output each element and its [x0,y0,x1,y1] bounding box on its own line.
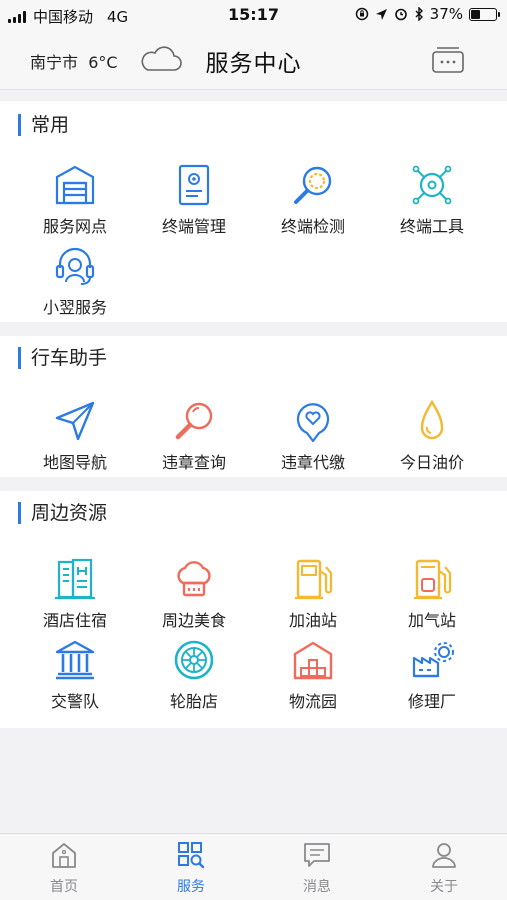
battery-icon [469,7,500,21]
grid-label: 轮胎店 [169,692,218,711]
section-common: 常用 服务网点 终端管理 终端检测 终端工具 小翌服务 [0,101,507,322]
service-grid-icon [178,842,205,869]
grid-label: 违章代缴 [280,453,345,472]
grid-label: 小翌服务 [42,298,107,317]
grid-label: 今日油价 [399,453,464,472]
tab-label: 关于 [430,879,458,895]
grid-label: 交警队 [50,692,99,711]
tab-messages[interactable]: 消息 [267,840,367,896]
tab-label: 消息 [303,879,331,895]
grid-item-violation-query[interactable]: 违章查询 [134,399,254,473]
section-driving-assistant: 行车助手 地图导航 违章查询 违章代缴 今日油价 [0,336,507,477]
home-icon [52,843,76,868]
grid-item-repair-factory[interactable]: 修理厂 [372,638,492,712]
location-arrow-icon [375,8,387,20]
grid-label: 酒店住宿 [42,611,107,630]
pay-heart-icon [296,403,330,443]
grid-item-oil-price[interactable]: 今日油价 [372,399,492,473]
section-nearby-resources: 周边资源 酒店住宿 周边美食 加油站 加气站 交警队 轮胎店 物流园 修理厂 [0,491,507,728]
battery-percent: 37% [429,5,463,23]
tab-label: 服务 [177,879,205,895]
grid-item-traffic-police[interactable]: 交警队 [15,638,135,712]
tab-service[interactable]: 服务 [141,840,241,896]
grid-item-tire-shop[interactable]: 轮胎店 [134,638,254,712]
user-icon [432,843,456,868]
grid-label: 修理厂 [407,692,456,711]
grid-label: 终端工具 [399,217,464,236]
service-outlet-icon [55,165,95,205]
grid-item-nearby-food[interactable]: 周边美食 [134,557,254,631]
grid-label: 物流园 [288,692,337,711]
grid-label: 终端管理 [161,217,226,236]
grid-item-hotel[interactable]: 酒店住宿 [15,557,135,631]
grid-item-logistics-park[interactable]: 物流园 [253,638,373,712]
grid-item-gas-station[interactable]: 加油站 [253,557,373,631]
grid-label: 地图导航 [42,453,107,472]
tab-about[interactable]: 关于 [394,840,494,896]
grid-label: 周边美食 [161,611,226,630]
grid-label: 服务网点 [42,217,107,236]
grid-item-terminal-tools[interactable]: 终端工具 [372,163,492,237]
factory-icon [412,642,454,678]
logistics-icon [293,641,333,680]
police-building-icon [55,640,95,680]
grid-label: 违章查询 [161,453,226,472]
cards-icon[interactable] [430,44,466,74]
section-title: 行车助手 [18,347,107,369]
tab-label: 首页 [50,879,78,895]
message-icon [304,843,330,867]
grid-item-violation-pay[interactable]: 违章代缴 [253,399,373,473]
grid-item-terminal-manage[interactable]: 终端管理 [134,163,254,237]
grid-item-map-navigation[interactable]: 地图导航 [15,399,135,473]
gas-station-icon [295,559,333,600]
grid-item-terminal-detect[interactable]: 终端检测 [253,163,373,237]
grid-item-service-outlet[interactable]: 服务网点 [15,163,135,237]
status-right: 37% [355,5,500,23]
terminal-detect-icon [294,166,332,204]
grid-item-gas-refill[interactable]: 加气站 [372,557,492,631]
grid-label: 加气站 [407,611,456,630]
gas-refill-icon [414,559,452,600]
section-title: 周边资源 [18,502,107,524]
tab-home[interactable]: 首页 [14,840,114,896]
bluetooth-icon [415,7,423,21]
search-icon [175,402,213,440]
grid-label: 终端检测 [280,217,345,236]
headset-icon [55,247,95,285]
status-bar: 中国移动 4G 15:17 37% [0,0,507,30]
alarm-icon [394,8,407,21]
navigation-icon [55,401,95,441]
section-title: 常用 [18,114,69,136]
tab-bar: 首页 服务 消息 关于 [0,833,507,900]
terminal-manage-icon [178,164,210,206]
header: 南宁市 6°C 服务中心 [0,30,507,90]
rotation-lock-icon [355,7,368,21]
grid-item-xiaoyi-service[interactable]: 小翌服务 [15,244,135,318]
hotel-icon [55,558,95,600]
grid-label: 加油站 [288,611,337,630]
tire-icon [174,640,214,680]
oil-drop-icon [420,399,444,440]
chef-hat-icon [177,561,211,597]
terminal-tools-icon [412,165,452,205]
